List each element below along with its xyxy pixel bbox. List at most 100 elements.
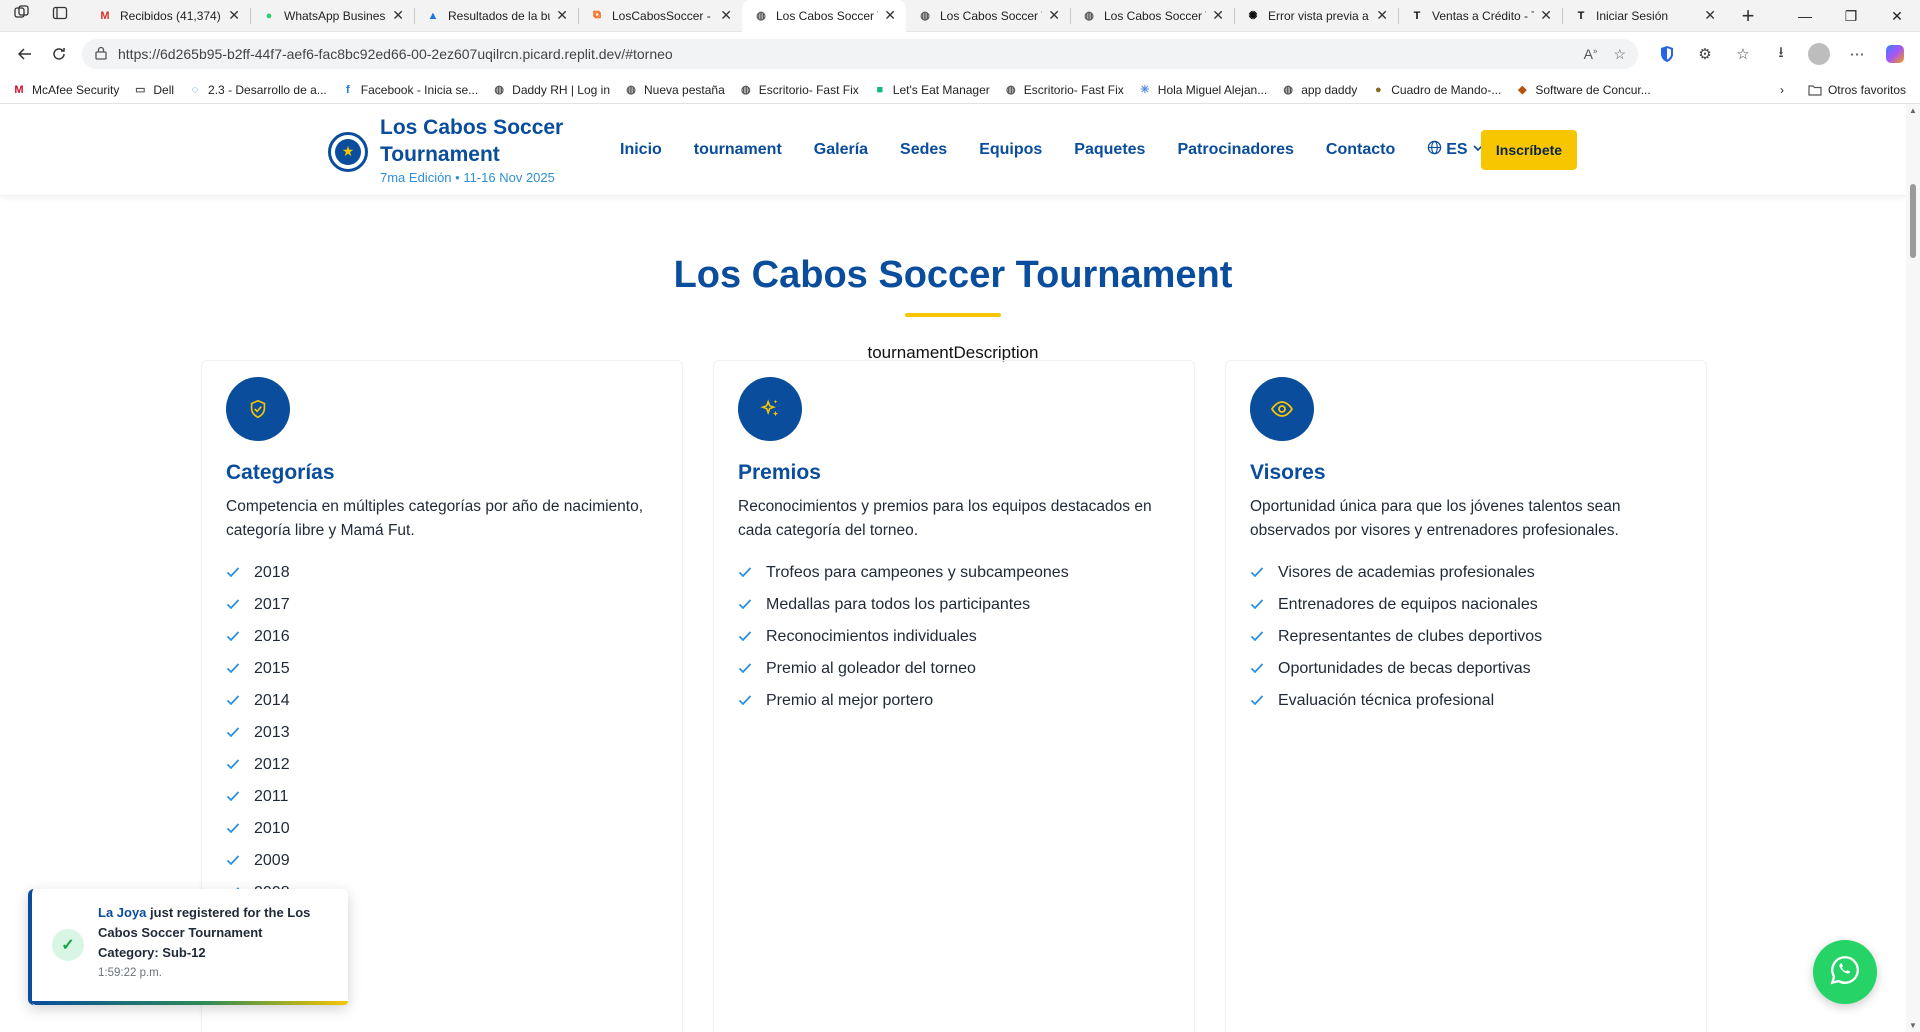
nav-equipos[interactable]: Equipos <box>979 141 1042 159</box>
check-icon <box>226 597 254 614</box>
list-item: Representantes de clubes deportivos <box>1250 621 1682 653</box>
bookmark-item[interactable]: ◆ Software de Concur... <box>1515 83 1651 97</box>
bookmark-item[interactable]: ◍ Nueva pestaña <box>624 83 725 97</box>
favorite-star-icon[interactable]: ☆ <box>1613 46 1626 63</box>
bookmark-item[interactable]: ◍ Daddy RH | Log in <box>492 83 610 97</box>
close-tab-icon[interactable]: ✕ <box>1048 7 1060 24</box>
nav-paquetes[interactable]: Paquetes <box>1074 141 1145 159</box>
more-bookmarks-chevron-icon[interactable]: › <box>1780 83 1784 97</box>
reload-button[interactable] <box>42 37 76 71</box>
feature-cards: Categorías Competencia en múltiples cate… <box>201 360 1707 1032</box>
close-tab-icon[interactable]: ✕ <box>1540 7 1552 24</box>
scrollbar-thumb[interactable] <box>1910 184 1916 258</box>
globe-icon: ◍ <box>756 10 766 22</box>
minimize-button[interactable]: — <box>1782 0 1828 32</box>
list-item: 2011 <box>226 781 658 813</box>
tab-actions-icon[interactable] <box>52 5 68 26</box>
list-item-text: 2017 <box>254 596 290 613</box>
browser-tab[interactable]: ● WhatsApp Business ✕ <box>250 0 414 32</box>
site-header: ★ Los Cabos Soccer Tournament 7ma Edició… <box>0 104 1906 196</box>
register-button[interactable]: Inscríbete <box>1481 130 1577 170</box>
bookmark-item[interactable]: ▭ Dell <box>133 83 174 97</box>
copilot-icon[interactable] <box>1878 37 1912 71</box>
site-info-icon[interactable] <box>94 46 108 63</box>
close-tab-icon[interactable]: ✕ <box>392 7 404 24</box>
nav-contacto[interactable]: Contacto <box>1326 141 1395 159</box>
page-scrollbar[interactable]: ▲ ▼ <box>1906 104 1920 1032</box>
browser-tab[interactable]: M Recibidos (41,374) ✕ <box>86 0 250 32</box>
new-tab-button[interactable]: + <box>1730 3 1766 29</box>
bookmark-item[interactable]: ■ Let's Eat Manager <box>873 83 989 97</box>
facebook-icon: f <box>345 83 350 96</box>
language-code: ES <box>1446 141 1468 158</box>
list-item-text: 2015 <box>254 660 290 677</box>
close-window-button[interactable]: ✕ <box>1874 0 1920 32</box>
shield-extension-icon[interactable] <box>1650 37 1684 71</box>
tab-title: Ventas a Crédito - T <box>1432 8 1535 23</box>
workspaces-icon[interactable] <box>14 5 30 26</box>
nav-galeria[interactable]: Galería <box>814 141 868 159</box>
tab-title: Los Cabos Soccer T <box>940 8 1043 23</box>
bookmark-label: 2.3 - Desarrollo de a... <box>208 82 327 97</box>
card-title: Categorías <box>226 461 335 484</box>
list-item-text: 2014 <box>254 692 290 709</box>
bookmark-label: Dell <box>153 82 175 97</box>
browser-tab[interactable]: ▲ Resultados de la bú ✕ <box>414 0 578 32</box>
bookmark-item[interactable]: ● Cuadro de Mando-... <box>1371 83 1501 97</box>
language-selector[interactable]: ES <box>1427 140 1483 160</box>
back-button[interactable] <box>8 37 42 71</box>
browser-tab[interactable]: T Iniciar Sesión ✕ <box>1562 0 1726 32</box>
bookmark-item[interactable]: ◍ Escritorio- Fast Fix <box>739 83 859 97</box>
profile-avatar[interactable] <box>1802 37 1836 71</box>
card-list: Trofeos para campeones y subcampeones Med… <box>738 557 1170 717</box>
restore-button[interactable]: ❐ <box>1828 0 1874 32</box>
bookmark-item[interactable]: ◌ 2.3 - Desarrollo de a... <box>188 83 327 97</box>
drive-icon: ▲ <box>427 9 439 22</box>
close-tab-icon[interactable]: ✕ <box>1376 7 1388 24</box>
scroll-down-arrow-icon[interactable]: ▼ <box>1909 1021 1917 1030</box>
list-item: Evaluación técnica profesional <box>1250 685 1682 717</box>
address-bar-row: https://6d265b95-b2ff-44f7-aef6-fac8bc92… <box>0 32 1920 76</box>
nav-sedes[interactable]: Sedes <box>900 141 947 159</box>
close-tab-icon[interactable]: ✕ <box>1212 7 1224 24</box>
url-field[interactable]: https://6d265b95-b2ff-44f7-aef6-fac8bc92… <box>82 39 1638 69</box>
bookmark-item[interactable]: f Facebook - Inicia se... <box>341 83 478 97</box>
read-aloud-icon[interactable]: A» <box>1584 46 1598 62</box>
bookmark-item[interactable]: ✳ Hola Miguel Alejan... <box>1138 83 1267 97</box>
close-tab-icon[interactable]: ✕ <box>556 7 568 24</box>
brand[interactable]: ★ Los Cabos Soccer Tournament 7ma Edició… <box>328 114 580 185</box>
browser-tab[interactable]: T Ventas a Crédito - T ✕ <box>1398 0 1562 32</box>
browser-tab[interactable]: ◍ Los Cabos Soccer T ✕ <box>1070 0 1234 32</box>
browser-tab[interactable]: ⧉ LosCabosSoccer - R ✕ <box>578 0 742 32</box>
other-favorites-folder[interactable]: Otros favoritos <box>1808 83 1906 97</box>
nav-inicio[interactable]: Inicio <box>620 141 662 159</box>
close-tab-icon[interactable]: ✕ <box>720 7 732 24</box>
favorites-icon[interactable]: ☆ <box>1726 37 1760 71</box>
scroll-up-arrow-icon[interactable]: ▲ <box>1909 106 1917 115</box>
close-tab-icon[interactable]: ✕ <box>884 7 896 24</box>
more-menu-icon[interactable]: ⋯ <box>1840 37 1874 71</box>
list-item: Entrenadores de equipos nacionales <box>1250 589 1682 621</box>
list-item: Trofeos para campeones y subcampeones <box>738 557 1170 589</box>
close-tab-icon[interactable]: ✕ <box>228 7 240 24</box>
nav-tournament[interactable]: tournament <box>694 141 782 159</box>
bookmark-label: Cuadro de Mando-... <box>1391 82 1502 97</box>
browser-tab[interactable]: ◍ Los Cabos Soccer T ✕ <box>742 0 906 32</box>
gmail-icon: M <box>100 9 110 22</box>
edition-text: 7ma Edición • 11-16 Nov 2025 <box>380 170 555 185</box>
close-tab-icon[interactable]: ✕ <box>1704 7 1716 24</box>
bookmark-item[interactable]: ◍ Escritorio- Fast Fix <box>1004 83 1124 97</box>
asana-icon: ✳ <box>1140 84 1150 96</box>
card-title: Visores <box>1250 461 1326 484</box>
downloads-icon[interactable]: ⭳ <box>1764 37 1798 71</box>
bookmark-item[interactable]: M McAfee Security <box>12 83 119 97</box>
bookmark-item[interactable]: ◍ app daddy <box>1281 83 1357 97</box>
nav-patrocinadores[interactable]: Patrocinadores <box>1177 141 1293 159</box>
extensions-icon[interactable]: ⚙ <box>1688 37 1722 71</box>
browser-tab[interactable]: ◍ Los Cabos Soccer T ✕ <box>906 0 1070 32</box>
whatsapp-float-button[interactable] <box>1813 940 1877 1004</box>
list-item-text: Reconocimientos individuales <box>766 628 977 645</box>
list-item: Visores de academias profesionales <box>1250 557 1682 589</box>
browser-tab[interactable]: ✺ Error vista previa a ✕ <box>1234 0 1398 32</box>
list-item-text: Trofeos para campeones y subcampeones <box>766 564 1069 581</box>
